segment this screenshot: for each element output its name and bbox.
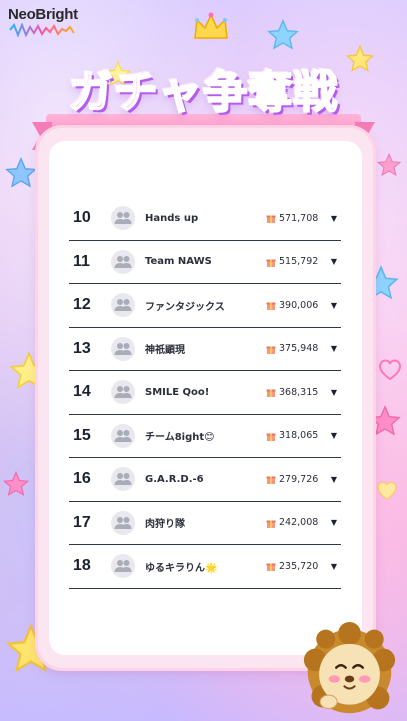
star-icon — [376, 152, 402, 177]
triangle-down-icon[interactable]: ▼ — [327, 518, 341, 527]
ranking-row[interactable]: 18 ゆるキラりん🌟 235,720 ▼ — [69, 545, 341, 589]
gift-points: 375,948 — [279, 343, 319, 355]
rank-number: 10 — [73, 209, 91, 227]
event-title: ガチャ争奪戦 — [68, 66, 339, 119]
group-avatar-icon — [111, 336, 135, 361]
team-name: G.A.R.D.-6 — [145, 473, 204, 485]
gift-icon — [266, 389, 276, 398]
team-name: Team NAWS — [145, 256, 212, 268]
ranking-row[interactable]: 13 神祇顕現 375,948 ▼ — [69, 328, 341, 371]
group-avatar-icon — [111, 293, 135, 318]
triangle-down-icon[interactable]: ▼ — [327, 344, 341, 353]
triangle-down-icon[interactable]: ▼ — [327, 562, 341, 571]
ranking-row[interactable]: 12 ファンタジックス 390,006 ▼ — [69, 284, 341, 328]
ranking-row[interactable]: 17 肉狩り隊 242,008 ▼ — [69, 502, 341, 545]
star-icon — [369, 405, 401, 436]
ranking-row[interactable]: 10 Hands up 571,708 ▼ — [69, 197, 341, 241]
rank-number: 13 — [73, 339, 91, 357]
gift-icon — [266, 215, 276, 224]
gift-points: 571,708 — [279, 212, 319, 224]
gacha-ranking-screen: NeoBright ガチャ争奪戦 10 Hands up 571,708 ▼ 1… — [0, 0, 407, 721]
lion-mascot — [303, 622, 396, 714]
ranking-row[interactable]: 15 チーム8ight😊 318,065 ▼ — [69, 415, 341, 458]
group-avatar-icon — [111, 380, 135, 405]
team-name: ファンタジックス — [145, 301, 225, 313]
triangle-down-icon[interactable]: ▼ — [327, 388, 341, 397]
triangle-down-icon[interactable]: ▼ — [327, 431, 341, 440]
ranking-panel: 10 Hands up 571,708 ▼ 11 Team NAWS 515,7… — [38, 128, 373, 668]
group-avatar-icon — [111, 554, 135, 579]
team-name: チーム8ight😊 — [145, 432, 215, 444]
team-name: 肉狩り隊 — [145, 519, 185, 531]
rank-number: 16 — [73, 470, 91, 488]
heart-icon — [378, 359, 402, 380]
gift-points: 368,315 — [279, 386, 319, 398]
gift-icon — [266, 520, 276, 528]
heart-icon — [377, 481, 397, 500]
rank-number: 18 — [73, 557, 91, 575]
team-name: ゆるキラりん🌟 — [145, 562, 218, 574]
ranking-panel-inner: 10 Hands up 571,708 ▼ 11 Team NAWS 515,7… — [49, 141, 362, 655]
gift-icon — [266, 476, 276, 485]
group-avatar-icon — [111, 249, 135, 274]
rank-number: 11 — [73, 252, 90, 270]
gift-points: 242,008 — [279, 517, 319, 529]
gift-points: 515,792 — [279, 256, 319, 268]
triangle-down-icon[interactable]: ▼ — [327, 475, 341, 484]
ranking-list: 10 Hands up 571,708 ▼ 11 Team NAWS 515,7… — [69, 197, 341, 589]
triangle-down-icon[interactable]: ▼ — [327, 214, 341, 223]
rank-number: 17 — [73, 513, 91, 531]
gift-icon — [266, 302, 276, 311]
group-avatar-icon — [111, 206, 135, 231]
ranking-row[interactable]: 11 Team NAWS 515,792 ▼ — [69, 241, 341, 284]
team-name: 神祇顕現 — [145, 345, 185, 357]
event-title-area: ガチャ争奪戦 — [40, 10, 367, 142]
triangle-down-icon[interactable]: ▼ — [327, 301, 341, 310]
gift-icon — [266, 346, 276, 354]
ranking-row[interactable]: 16 G.A.R.D.-6 279,726 ▼ — [69, 458, 341, 502]
rank-number: 14 — [73, 383, 91, 401]
gift-icon — [266, 259, 276, 267]
group-avatar-icon — [111, 467, 135, 492]
group-avatar-icon — [111, 423, 135, 448]
gift-icon — [266, 563, 276, 572]
team-name: SMILE Qoo! — [145, 386, 210, 398]
rank-number: 12 — [73, 296, 91, 314]
triangle-down-icon[interactable]: ▼ — [327, 257, 341, 266]
crown-icon — [194, 12, 228, 39]
group-avatar-icon — [111, 510, 135, 535]
gift-icon — [266, 433, 276, 441]
gift-points: 235,720 — [279, 560, 319, 572]
star-icon — [5, 157, 37, 188]
team-name: Hands up — [145, 212, 199, 224]
gift-points: 390,006 — [279, 299, 319, 311]
gift-points: 318,065 — [279, 430, 319, 442]
gift-points: 279,726 — [279, 473, 319, 485]
rank-number: 15 — [73, 426, 91, 444]
star-icon — [2, 470, 30, 497]
ranking-row[interactable]: 14 SMILE Qoo! 368,315 ▼ — [69, 371, 341, 415]
